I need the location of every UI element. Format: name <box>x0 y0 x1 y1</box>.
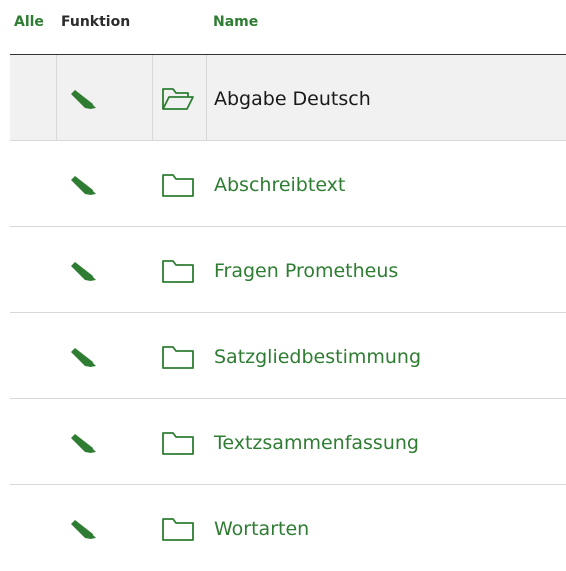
table-row[interactable]: Textzsammenfassung <box>10 399 566 485</box>
table-row[interactable]: Satzgliedbestimmung <box>10 313 566 399</box>
folder-name-link[interactable]: Textzsammenfassung <box>214 431 419 455</box>
pencil-icon[interactable] <box>68 87 98 111</box>
column-divider <box>56 55 57 140</box>
folder-name-link[interactable]: Fragen Prometheus <box>214 259 398 283</box>
table-row[interactable]: Abschreibtext <box>10 141 566 227</box>
folder-name-link[interactable]: Abschreibtext <box>214 173 345 197</box>
file-table: Alle Funktion Name Abgabe Deutsch Abschr… <box>10 0 566 571</box>
folder-name-link[interactable]: Satzgliedbestimmung <box>214 345 421 369</box>
pencil-icon[interactable] <box>68 259 98 283</box>
pencil-icon[interactable] <box>68 345 98 369</box>
function-column-header: Funktion <box>61 14 131 30</box>
folder-icon <box>162 518 194 541</box>
folder-icon <box>162 346 194 369</box>
table-row[interactable]: Abgabe Deutsch <box>10 55 566 141</box>
column-divider <box>152 55 153 140</box>
pencil-icon[interactable] <box>68 173 98 197</box>
folder-icon <box>162 260 194 283</box>
name-column-header[interactable]: Name <box>213 12 258 32</box>
table-row[interactable]: Wortarten <box>10 485 566 571</box>
pencil-icon[interactable] <box>68 517 98 541</box>
folder-icon <box>162 432 194 455</box>
table-header: Alle Funktion Name <box>10 0 566 55</box>
folder-icon <box>162 174 194 197</box>
folder-name-link[interactable]: Wortarten <box>214 517 309 541</box>
folder-open-icon <box>162 88 194 110</box>
folder-name-link[interactable]: Abgabe Deutsch <box>214 87 371 111</box>
table-row[interactable]: Fragen Prometheus <box>10 227 566 313</box>
column-divider <box>206 55 207 140</box>
pencil-icon[interactable] <box>68 431 98 455</box>
select-all-header[interactable]: Alle <box>14 12 44 32</box>
